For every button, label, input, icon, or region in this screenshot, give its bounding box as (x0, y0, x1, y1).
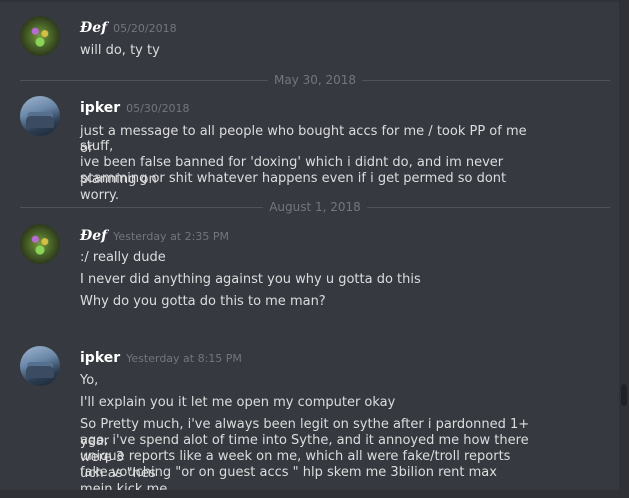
avatar[interactable] (20, 16, 60, 56)
author-name[interactable]: Đef 05/20/2018 (80, 20, 177, 36)
message-timestamp: Yesterday at 8:15 PM (126, 352, 242, 365)
date-divider: August 1, 2018 (20, 199, 610, 215)
message-text: Why do you gotta do this to me man? (80, 294, 326, 309)
author-name-text[interactable]: Đef (80, 20, 107, 36)
message-group: ipker 05/30/2018 just a message to all pe… (0, 96, 610, 203)
message-text: I never did anything against you why u g… (80, 272, 421, 287)
scrollbar[interactable] (619, 0, 629, 490)
message-text: I'll explain you it let me open my compu… (80, 395, 396, 410)
author-name[interactable]: Đef Yesterday at 2:35 PM (80, 228, 229, 244)
message-timestamp: 05/20/2018 (113, 22, 177, 35)
message-text: will do, ty ty (80, 43, 160, 58)
author-name[interactable]: ipker Yesterday at 8:15 PM (80, 350, 242, 366)
scrollbar-thumb[interactable] (621, 384, 627, 406)
author-name[interactable]: ipker 05/30/2018 (80, 100, 190, 116)
message-group: Đef Yesterday at 2:35 PM :/ really dude I… (0, 224, 610, 314)
message-text: Yo, (80, 373, 99, 388)
message-timestamp: Yesterday at 2:35 PM (113, 230, 229, 243)
message-text: stuff, (80, 139, 114, 154)
message-group: ipker Yesterday at 8:15 PM Yo, I'll expla… (0, 346, 610, 490)
message-group: Đef 05/20/2018 will do, ty ty (0, 16, 610, 66)
author-name-text[interactable]: ipker (80, 350, 120, 366)
avatar[interactable] (20, 224, 60, 264)
date-divider: May 30, 2018 (20, 72, 610, 88)
avatar[interactable] (20, 346, 60, 386)
author-name-text[interactable]: Đef (80, 228, 107, 244)
message-timestamp: 05/30/2018 (126, 102, 190, 115)
avatar[interactable] (20, 96, 60, 136)
date-divider-label: August 1, 2018 (263, 199, 367, 215)
message-text: fake vouching "or on guest accs " hlp sk… (80, 465, 497, 490)
message-list[interactable]: Đef 05/20/2018 will do, ty ty May 30, 201… (0, 0, 619, 490)
author-name-text[interactable]: ipker (80, 100, 120, 116)
bottom-edge (0, 490, 629, 498)
date-divider-label: May 30, 2018 (267, 72, 363, 88)
message-text: :/ really dude (80, 250, 166, 265)
